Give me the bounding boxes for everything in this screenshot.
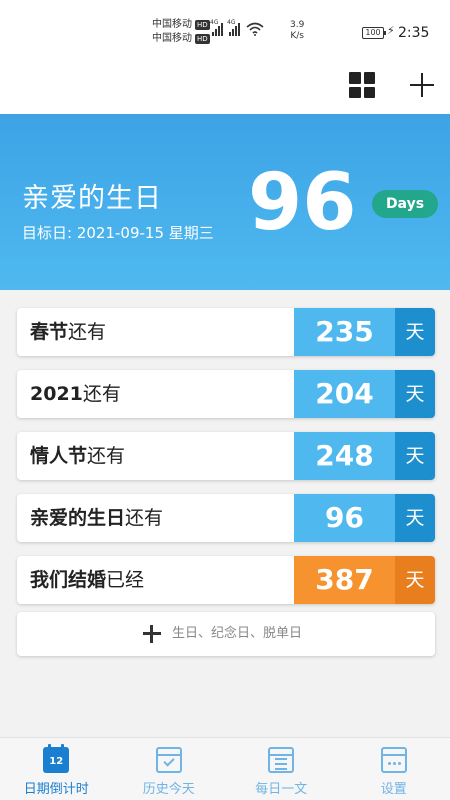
event-row[interactable]: 亲爱的生日还有 96 天 [17,494,435,542]
app-bar [0,64,450,114]
signal-icon: 4G [227,19,240,36]
event-day-unit: 天 [395,432,435,480]
status-time: 2:35 [398,25,430,41]
event-day-unit: 天 [395,370,435,418]
featured-countdown[interactable]: 亲爱的生日 目标日: 2021-09-15 星期三 96 Days [0,114,450,290]
carrier-name-2: 中国移动 [152,33,192,44]
featured-target-date: 目标日: 2021-09-15 星期三 [22,224,214,242]
battery-icon: 100 [362,27,386,39]
event-day-count: 387 [294,556,395,604]
event-day-count: 248 [294,432,395,480]
event-row[interactable]: 2021还有 204 天 [17,370,435,418]
status-bar: 中国移动 HD 中国移动 HD 4G 4G 3.9 K/s 100 ⚡ 2:35 [0,0,450,64]
event-day-count: 204 [294,370,395,418]
event-row[interactable]: 我们结婚已经 387 天 [17,556,435,604]
hd-badge-1: HD [195,20,210,30]
calendar-check-icon [155,747,182,773]
tab-history-today[interactable]: 历史今天 [113,738,226,800]
tab-settings[interactable]: 设置 [338,738,450,800]
plus-icon [143,625,161,643]
event-label: 春节还有 [30,321,107,343]
featured-day-count: 96 [248,158,357,248]
event-label: 我们结婚已经 [30,569,145,591]
event-day-unit: 天 [395,494,435,542]
event-row[interactable]: 情人节还有 248 天 [17,432,435,480]
event-list: 春节还有 235 天 2021还有 204 天 情人节还有 248 天 亲爱的生… [17,308,435,618]
tab-label: 每日一文 [255,782,308,797]
event-label: 情人节还有 [30,445,126,467]
bottom-navigation: 12 日期倒计时 历史今天 每日一文 设置 [0,737,450,800]
event-label: 亲爱的生日还有 [30,507,164,529]
carrier-info: 中国移动 HD 中国移动 HD [152,18,210,46]
charging-icon: ⚡ [387,24,395,37]
event-day-unit: 天 [395,556,435,604]
hd-badge-2: HD [195,34,210,44]
tab-label: 设置 [380,782,407,797]
tab-countdown[interactable]: 12 日期倒计时 [0,738,113,800]
event-label: 2021还有 [30,383,121,405]
notes-icon [268,747,295,773]
calendar-dots-icon [380,747,407,773]
event-day-count: 96 [294,494,395,542]
signal-icon: 4G [210,19,223,36]
event-day-unit: 天 [395,308,435,356]
carrier-name-1: 中国移动 [152,19,192,30]
days-badge: Days [372,190,438,218]
add-event-button[interactable]: 生日、纪念日、脱单日 [17,612,435,656]
tab-label: 历史今天 [142,782,195,797]
calendar-icon: 12 [43,744,70,773]
network-speed: 3.9 K/s [290,20,305,41]
wifi-icon [246,22,264,36]
event-row[interactable]: 春节还有 235 天 [17,308,435,356]
featured-title: 亲爱的生日 [22,183,162,214]
plus-icon[interactable] [409,72,435,98]
event-day-count: 235 [294,308,395,356]
tab-daily-article[interactable]: 每日一文 [225,738,338,800]
signal-indicators: 4G 4G [210,19,264,36]
add-event-label: 生日、纪念日、脱单日 [172,626,303,641]
grid-icon[interactable] [349,72,375,98]
tab-label: 日期倒计时 [23,782,89,797]
